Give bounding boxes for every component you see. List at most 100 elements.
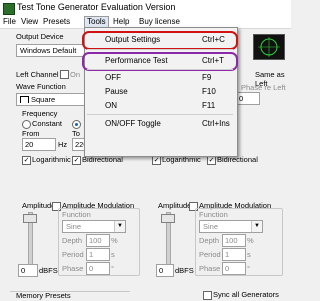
wave-function-select[interactable]: Square bbox=[16, 93, 88, 106]
wave-function-value: Square bbox=[31, 95, 56, 104]
menu-separator bbox=[87, 69, 233, 70]
left-period-unit: s bbox=[111, 250, 115, 259]
left-amplitude-label: Amplitude bbox=[22, 201, 56, 210]
from-value: 20 bbox=[25, 140, 34, 149]
from-label: From bbox=[22, 129, 40, 138]
menu-help[interactable]: Help bbox=[113, 17, 129, 26]
left-phase-input[interactable]: 0 bbox=[86, 262, 110, 275]
menu-item-label: Pause bbox=[105, 87, 128, 96]
oscilloscope-icon[interactable] bbox=[253, 34, 285, 60]
logarithmic-checkbox[interactable]: ✓ bbox=[22, 156, 31, 165]
to-label: To bbox=[72, 129, 80, 138]
left-dbfs-value: 0 bbox=[21, 266, 26, 275]
menu-item-shortcut: F10 bbox=[202, 87, 216, 96]
menu-item-label: OFF bbox=[105, 73, 121, 82]
left-depth-input[interactable]: 100 bbox=[86, 234, 110, 247]
right-period-unit: s bbox=[247, 250, 251, 259]
from-unit: Hz bbox=[58, 140, 68, 149]
right-period-input[interactable]: 1 bbox=[222, 248, 246, 261]
left-period-label: Period bbox=[62, 250, 84, 259]
logarithmic-label: Logarithmic bbox=[32, 155, 71, 164]
bidirectional-checkbox[interactable]: ✓ bbox=[72, 156, 81, 165]
right-amplitude-thumb[interactable] bbox=[161, 214, 175, 223]
right-period-value: 1 bbox=[225, 250, 230, 259]
left-channel-label: Left Channel bbox=[16, 70, 59, 79]
left-phase-unit: ° bbox=[111, 264, 114, 273]
wave-function-label: Wave Function bbox=[16, 82, 66, 91]
left-on-checkbox[interactable] bbox=[60, 70, 69, 79]
phase-re-left-value: 0 bbox=[239, 94, 244, 103]
output-device-value: Windows Default bbox=[20, 46, 77, 55]
left-dbfs-input[interactable]: 0 bbox=[18, 264, 38, 277]
left-phase-value: 0 bbox=[89, 264, 94, 273]
left-period-input[interactable]: 1 bbox=[86, 248, 110, 261]
menu-item-shortcut: F9 bbox=[202, 73, 212, 82]
right-depth-input[interactable]: 100 bbox=[222, 234, 246, 247]
right-depth-label: Depth bbox=[199, 236, 220, 245]
app-icon bbox=[3, 3, 15, 15]
left-amplitude-thumb[interactable] bbox=[23, 214, 37, 223]
phase-re-left-input[interactable]: 0 bbox=[236, 92, 260, 105]
menu-item-performance-test[interactable]: Performance Test Ctrl+T bbox=[82, 52, 238, 71]
menu-separator bbox=[87, 49, 233, 50]
menu-view[interactable]: View bbox=[21, 17, 38, 26]
right-dbfs-value: 0 bbox=[159, 266, 164, 275]
window-title: Test Tone Generator Evaluation Version bbox=[17, 2, 176, 12]
sync-all-checkbox[interactable] bbox=[203, 291, 212, 300]
menu-item-label: Output Settings bbox=[105, 35, 161, 44]
menu-item-shortcut: Ctrl+C bbox=[202, 35, 225, 44]
right-function-label: Function bbox=[199, 210, 228, 219]
right-dbfs-input[interactable]: 0 bbox=[156, 264, 174, 277]
phase-re-left-label: Phase re Left bbox=[241, 83, 286, 92]
scope-wave-icon bbox=[258, 37, 280, 57]
right-phase-unit: ° bbox=[247, 264, 250, 273]
menu-item-label: ON bbox=[105, 101, 117, 110]
left-function-label: Function bbox=[62, 210, 91, 219]
memory-presets-label: Memory Presets bbox=[16, 291, 71, 300]
menu-item-on[interactable]: ON F11 bbox=[85, 99, 235, 111]
menu-item-label: Performance Test bbox=[105, 56, 168, 65]
left-dbfs-unit: dBFS bbox=[39, 266, 58, 275]
constant-radio[interactable] bbox=[22, 120, 31, 129]
menu-file[interactable]: File bbox=[3, 17, 16, 26]
right-phase-input[interactable]: 0 bbox=[222, 262, 246, 275]
menu-item-on-off-toggle[interactable]: ON/OFF Toggle Ctrl+Ins bbox=[85, 117, 235, 129]
menu-buy-license[interactable]: Buy license bbox=[139, 17, 180, 26]
right-function-value: Sine bbox=[203, 222, 219, 231]
right-dbfs-unit: dBFS bbox=[175, 266, 194, 275]
right-depth-unit: % bbox=[247, 236, 254, 245]
menu-separator bbox=[87, 114, 233, 115]
sweep-radio[interactable] bbox=[72, 120, 81, 129]
right-depth-value: 100 bbox=[225, 236, 238, 245]
output-device-label: Output Device bbox=[16, 32, 64, 41]
left-depth-label: Depth bbox=[62, 236, 83, 245]
from-input[interactable]: 20 bbox=[22, 138, 56, 151]
left-phase-label: Phase bbox=[62, 264, 84, 273]
menu-item-pause[interactable]: Pause F10 bbox=[85, 85, 235, 97]
left-function-select[interactable]: Sine ▼ bbox=[62, 220, 126, 233]
right-period-label: Period bbox=[199, 250, 221, 259]
right-amplitude-label: Amplitude bbox=[158, 201, 192, 210]
right-phase-value: 0 bbox=[225, 264, 230, 273]
left-depth-unit: % bbox=[111, 236, 118, 245]
left-period-value: 1 bbox=[89, 250, 94, 259]
left-on-label: On bbox=[70, 70, 81, 79]
frequency-label: Frequency bbox=[22, 109, 58, 118]
menu-item-shortcut: F11 bbox=[202, 101, 216, 110]
menu-item-shortcut: Ctrl+Ins bbox=[202, 119, 230, 128]
right-bidirectional-checkbox[interactable]: ✓ bbox=[207, 156, 216, 165]
menu-item-label: ON/OFF Toggle bbox=[105, 119, 161, 128]
sync-all-label: Sync all Generators bbox=[213, 290, 279, 299]
chevron-down-icon: ▼ bbox=[251, 221, 262, 232]
menu-item-output-settings[interactable]: Output Settings Ctrl+C bbox=[82, 31, 238, 50]
right-logarithmic-checkbox[interactable]: ✓ bbox=[152, 156, 161, 165]
right-function-select[interactable]: Sine ▼ bbox=[199, 220, 263, 233]
square-wave-icon bbox=[20, 96, 29, 103]
chevron-down-icon: ▼ bbox=[114, 221, 125, 232]
menu-presets[interactable]: Presets bbox=[43, 17, 70, 26]
tools-dropdown-menu: Output Settings Ctrl+C Performance Test … bbox=[82, 27, 238, 157]
constant-label: Constant bbox=[32, 119, 63, 128]
left-depth-value: 100 bbox=[89, 236, 102, 245]
menu-item-off[interactable]: OFF F9 bbox=[85, 71, 235, 83]
left-function-value: Sine bbox=[66, 222, 82, 231]
